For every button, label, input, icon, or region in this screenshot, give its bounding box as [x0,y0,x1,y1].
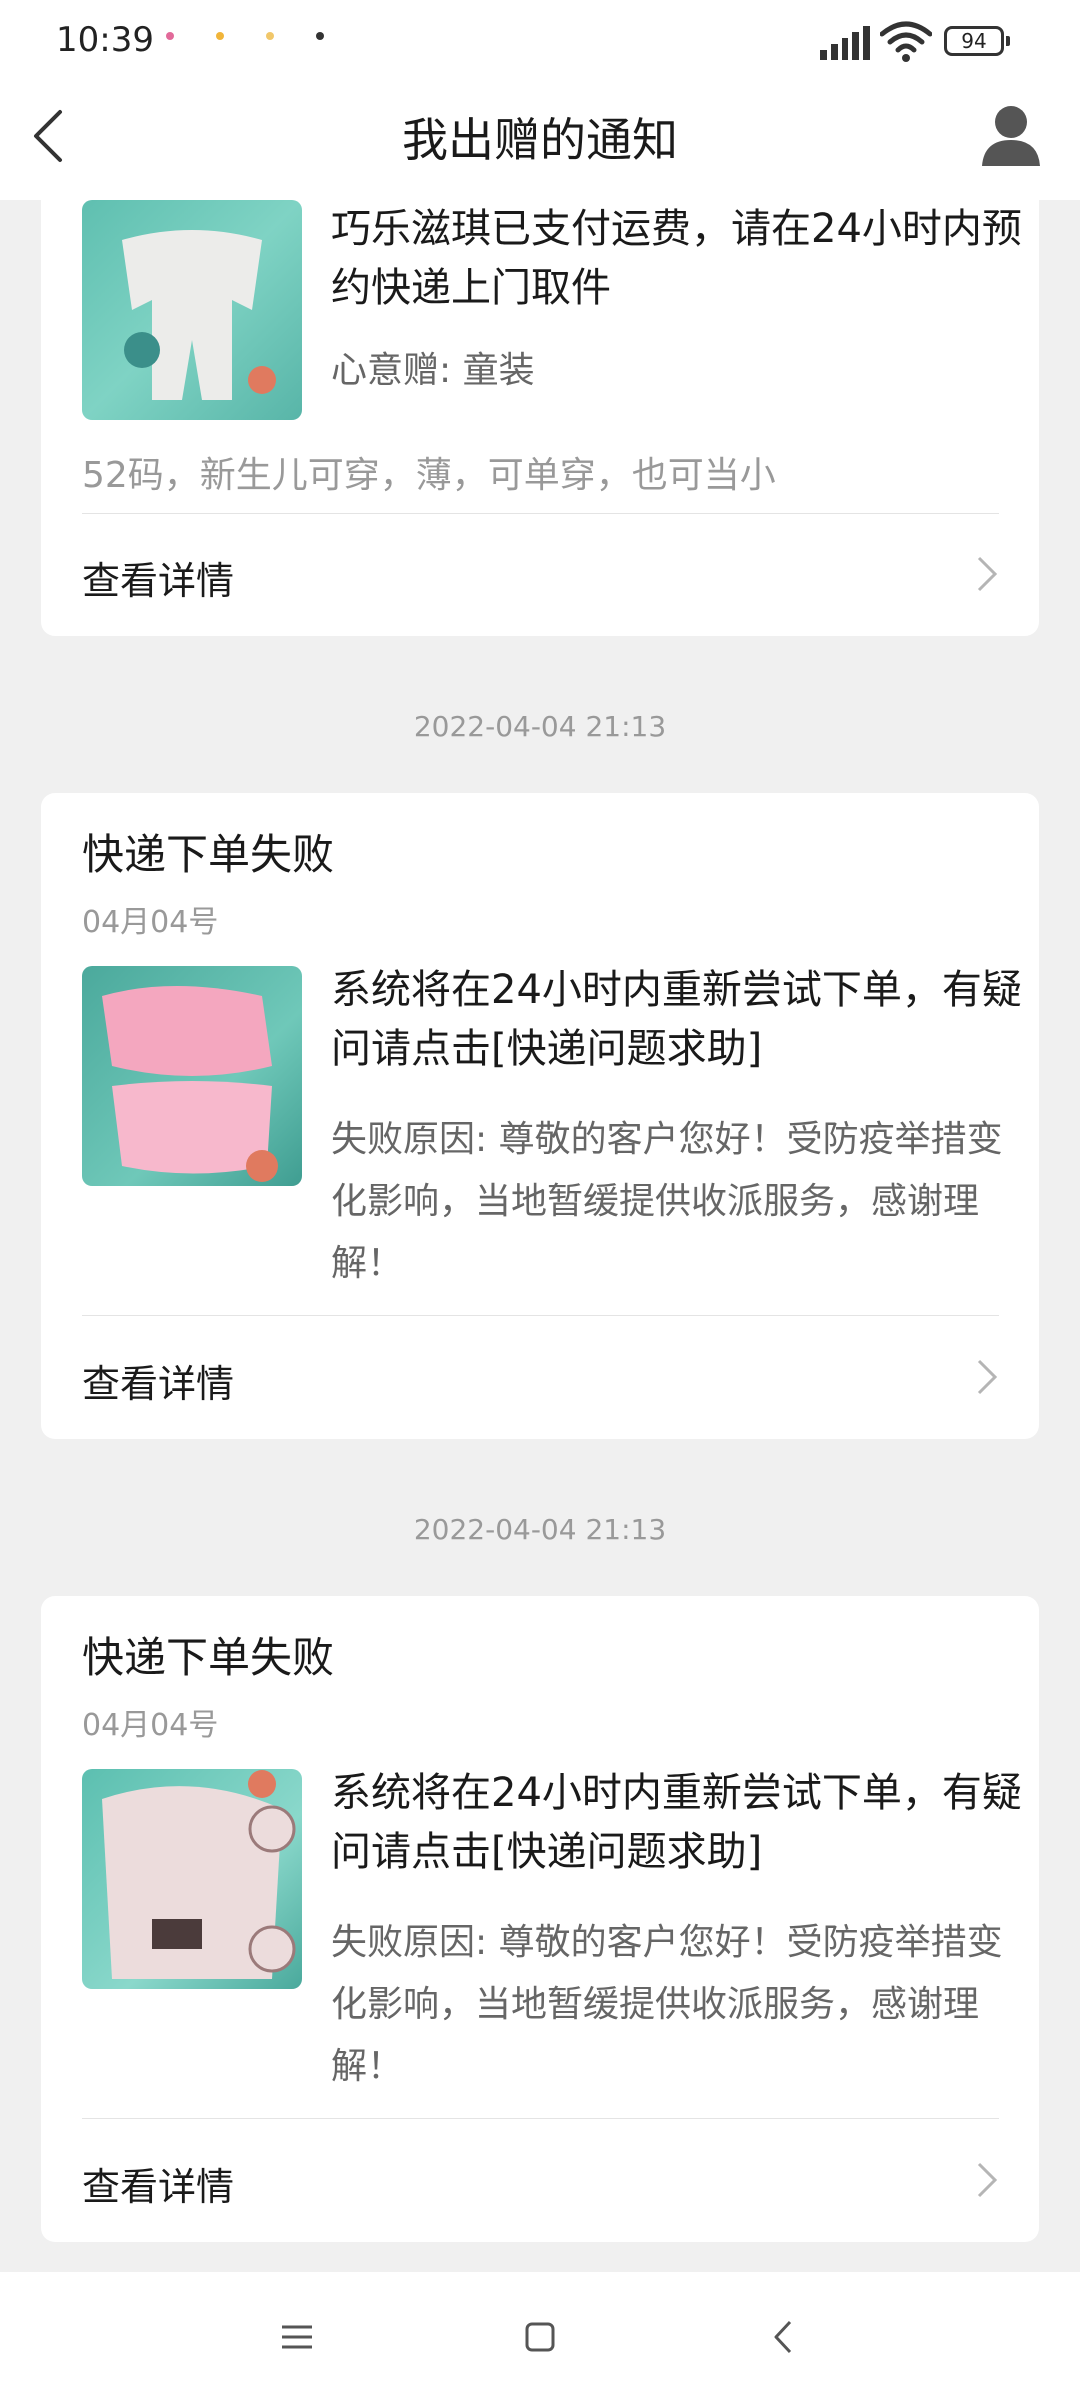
notification-message: 系统将在24小时内重新尝试下单，有疑问请点击[快递问题求助] [331,967,1022,1072]
gift-category: 心意赠: 童装 [331,350,535,391]
back-triangle-icon[interactable] [758,2312,808,2362]
onesie-image [122,230,276,400]
menu-icon[interactable] [272,2312,322,2362]
signal-icon [820,24,870,60]
failure-reason: 失败原因: 尊敬的客户您好！受防疫举措变化影响，当地暂缓提供收派服务，感谢理解！ [331,1922,1003,2087]
notification-card: 快递下单失败 04月04号 系统将在24小时内重新尝试下单，有疑问请点击[快递问… [41,1596,1039,2242]
notification-message: 巧乐滋琪已支付运费，请在24小时内预约快递上门取件 [331,206,1022,311]
card-title: 快递下单失败 [82,830,335,879]
notification-dot-icon [216,32,224,40]
notification-icons [166,32,324,40]
user-icon[interactable] [976,100,1046,170]
notification-dot-icon [266,32,274,40]
item-thumbnail[interactable] [82,966,302,1186]
notification-card: 快递下单失败 04月04号 系统将在24小时内重新尝试下单，有疑问请点击[快递问… [41,793,1039,1439]
item-thumbnail[interactable] [82,1769,302,1989]
pink-shoes-image [102,986,278,1182]
divider [82,513,999,514]
view-details-link[interactable]: 查看详情 [82,1353,234,1408]
page-title: 我出赠的通知 [402,113,678,167]
home-square-icon[interactable] [515,2312,565,2362]
timestamp: 2022-04-04 21:13 [413,1513,667,1546]
card-date: 04月04号 [82,1708,219,1743]
status-bar: 10:39 94 [0,0,1080,84]
system-navigation-bar [0,2272,1080,2400]
battery-level: 94 [961,29,987,53]
view-details-link[interactable]: 查看详情 [82,550,234,605]
chevron-right-icon[interactable] [975,2160,999,2200]
status-time: 10:39 [56,20,154,60]
notification-card: 巧乐滋琪已支付运费，请在24小时内预约快递上门取件 心意赠: 童装 52码，新生… [41,150,1039,636]
divider [82,1315,999,1316]
wifi-icon [880,21,932,62]
item-description: 52码，新生儿可穿，薄，可单穿，也可当小 [82,455,776,496]
card-date: 04月04号 [82,905,219,940]
view-details-link[interactable]: 查看详情 [82,2156,234,2211]
notification-message: 系统将在24小时内重新尝试下单，有疑问请点击[快递问题求助] [331,1770,1022,1875]
failure-reason: 失败原因: 尊敬的客户您好！受防疫举措变化影响，当地暂缓提供收派服务，感谢理解！ [331,1119,1003,1284]
top-bar: 10:39 94 我出赠的通知 [0,0,1080,200]
item-thumbnail[interactable] [82,200,302,420]
chevron-right-icon[interactable] [975,554,999,594]
divider [82,2118,999,2119]
timestamp: 2022-04-04 21:13 [413,710,667,743]
notification-dot-icon [166,32,174,40]
battery-icon: 94 [944,26,1010,56]
baby-hat-image [102,1770,296,1979]
card-title: 快递下单失败 [82,1633,335,1682]
notification-dot-icon [316,32,324,40]
chevron-right-icon[interactable] [975,1357,999,1397]
